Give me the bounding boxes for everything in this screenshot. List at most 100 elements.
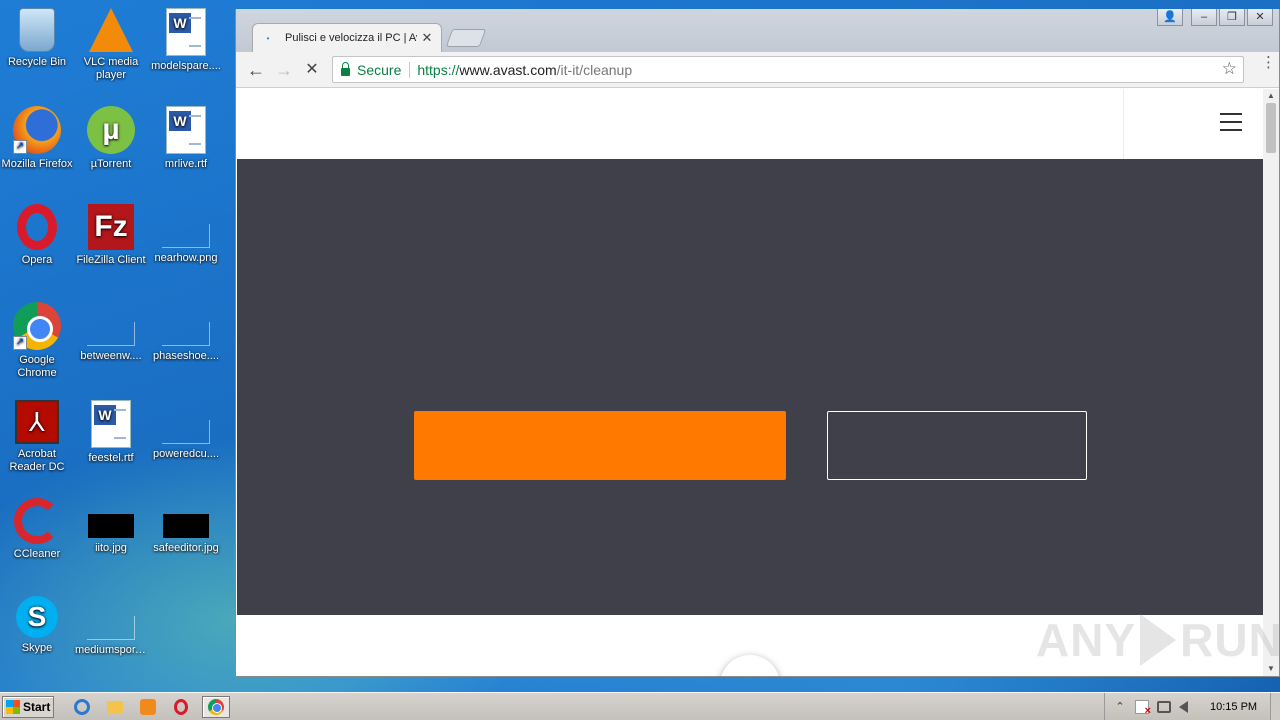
desktop-icon-acrobat[interactable]: ⅄ Acrobat Reader DC bbox=[0, 400, 74, 474]
forward-button[interactable]: → bbox=[272, 58, 296, 82]
secure-label[interactable]: Secure bbox=[357, 61, 411, 78]
system-tray: ⌃ 10:15 PM bbox=[1104, 693, 1280, 720]
skype-icon: S bbox=[16, 596, 58, 638]
desktop-icon-phaseshoe[interactable]: phaseshoe.... bbox=[149, 302, 223, 363]
restore-button[interactable]: ❐ bbox=[1219, 9, 1245, 26]
taskbar: Start ⌃ 10:15 PM bbox=[0, 692, 1280, 720]
desktop-icon-betweenw[interactable]: betweenw.... bbox=[74, 302, 148, 363]
volume-icon[interactable] bbox=[1179, 700, 1188, 713]
desktop-icon-label: Recycle Bin bbox=[7, 56, 67, 68]
desktop-icon-label: Skype bbox=[21, 642, 53, 654]
tab-close-button[interactable]: ✕ bbox=[421, 30, 433, 46]
desktop-icon-poweredcu[interactable]: poweredcu.... bbox=[149, 400, 223, 461]
vlc-icon bbox=[89, 8, 133, 52]
word-document-icon: W bbox=[166, 106, 206, 154]
action-center-flag-icon[interactable] bbox=[1135, 699, 1151, 717]
scroll-up-arrow-icon[interactable]: ▲ bbox=[1263, 89, 1279, 103]
desktop-icon-label: nearhow.png bbox=[154, 252, 218, 264]
taskbar-media-player-button[interactable] bbox=[136, 696, 160, 718]
start-button[interactable]: Start bbox=[2, 695, 54, 718]
word-document-icon: W bbox=[166, 8, 206, 56]
desktop-icon-ccleaner[interactable]: CCleaner bbox=[0, 498, 74, 561]
stop-loading-button[interactable]: ✕ bbox=[300, 58, 324, 82]
acrobat-icon: ⅄ bbox=[15, 400, 59, 444]
chevron-down-icon bbox=[740, 672, 760, 676]
desktop-icon-feestel[interactable]: W feestel.rtf bbox=[74, 400, 148, 465]
desktop-icon-label: Mozilla Firefox bbox=[1, 158, 73, 170]
filezilla-icon: Fz bbox=[88, 204, 134, 250]
desktop-icon-mrlive[interactable]: W mrlive.rtf bbox=[149, 106, 223, 171]
desktop-icon-mediumspor[interactable]: mediumspor.... bbox=[74, 596, 148, 657]
shortcut-arrow-icon: ↗ bbox=[13, 336, 27, 350]
desktop-icon-skype[interactable]: S Skype bbox=[0, 596, 74, 655]
windows-logo-icon bbox=[6, 699, 20, 714]
close-window-button[interactable]: ✕ bbox=[1247, 9, 1273, 26]
firefox-icon: ↗ bbox=[13, 106, 61, 154]
hamburger-menu-icon[interactable] bbox=[1220, 113, 1242, 131]
loading-spinner-icon: • bbox=[266, 33, 270, 43]
scroll-down-button[interactable] bbox=[720, 655, 780, 676]
scrollbar-thumb[interactable] bbox=[1266, 103, 1276, 153]
media-player-icon bbox=[140, 698, 156, 715]
ccleaner-icon bbox=[14, 498, 60, 544]
desktop-icon-label: Opera bbox=[21, 254, 53, 266]
play-triangle-icon bbox=[1140, 614, 1177, 666]
tray-expand-icon[interactable]: ⌃ bbox=[1113, 700, 1127, 714]
header-divider bbox=[1123, 89, 1124, 159]
desktop-icon-opera[interactable]: Opera bbox=[0, 204, 74, 267]
desktop-icon-vlc[interactable]: VLC media player bbox=[74, 8, 148, 82]
browser-menu-button[interactable]: ⋮ bbox=[1261, 55, 1276, 70]
back-button[interactable]: ← bbox=[244, 58, 268, 82]
shortcut-arrow-icon: ↗ bbox=[13, 140, 27, 154]
watermark-left-text: ANY bbox=[1036, 614, 1137, 666]
desktop-icon-safeeditor[interactable]: safeeditor.jpg bbox=[149, 498, 223, 555]
network-icon[interactable] bbox=[1157, 700, 1171, 713]
desktop-icon-nearhow[interactable]: nearhow.png bbox=[149, 204, 223, 265]
desktop-icon-recycle-bin[interactable]: Recycle Bin bbox=[0, 8, 74, 69]
desktop-icon-firefox[interactable]: ↗ Mozilla Firefox bbox=[0, 106, 74, 171]
watermark-right-text: RUN bbox=[1180, 614, 1280, 666]
desktop-icon-label: iito.jpg bbox=[95, 542, 127, 554]
chrome-icon bbox=[208, 698, 224, 715]
site-header bbox=[237, 89, 1264, 159]
utorrent-icon: µ bbox=[87, 106, 135, 154]
desktop-icon-chrome[interactable]: ↗ Google Chrome bbox=[0, 302, 74, 380]
desktop-icon-label: Google Chrome bbox=[17, 354, 57, 379]
page-scrollbar[interactable]: ▲ ▼ bbox=[1263, 89, 1279, 676]
file-icon bbox=[162, 420, 210, 444]
quick-launch bbox=[70, 695, 230, 718]
bookmark-star-icon[interactable]: ☆ bbox=[1222, 59, 1237, 79]
desktop-icon-label: feestel.rtf bbox=[88, 452, 134, 464]
desktop-icon-label: modelspare.... bbox=[151, 60, 221, 72]
new-tab-button[interactable] bbox=[445, 29, 487, 47]
file-icon bbox=[87, 616, 135, 640]
anyrun-watermark: ANY RUN bbox=[1036, 612, 1280, 668]
word-document-icon: W bbox=[91, 400, 131, 448]
image-file-icon bbox=[162, 224, 210, 248]
tab-avast-cleanup[interactable]: • Pulisci e velocizza il PC | Avast ✕ bbox=[252, 23, 442, 52]
desktop-icon-label: CCleaner bbox=[13, 548, 61, 560]
taskbar-ie-button[interactable] bbox=[70, 696, 94, 718]
profile-button[interactable]: 👤 bbox=[1157, 9, 1183, 26]
desktop-icon-label: poweredcu.... bbox=[152, 448, 220, 460]
desktop-icon-iito[interactable]: iito.jpg bbox=[74, 498, 148, 555]
desktop-icon-filezilla[interactable]: Fz FileZilla Client bbox=[74, 204, 148, 267]
desktop-icon-modelspare[interactable]: W modelspare.... bbox=[149, 8, 223, 73]
desktop-icon-label: VLC media player bbox=[83, 56, 139, 81]
address-bar[interactable]: Secure https://www.avast.com/it-it/clean… bbox=[332, 56, 1244, 83]
desktop-icon-utorrent[interactable]: µ µTorrent bbox=[74, 106, 148, 171]
desktop-icon-label: phaseshoe.... bbox=[152, 350, 220, 362]
primary-download-button[interactable] bbox=[414, 411, 786, 480]
desktop-icon-label: safeeditor.jpg bbox=[153, 542, 219, 554]
browser-toolbar: ← → ✕ Secure https://www.avast.com/it-it… bbox=[236, 52, 1279, 88]
opera-icon bbox=[174, 698, 188, 715]
taskbar-chrome-button[interactable] bbox=[202, 695, 230, 718]
taskbar-opera-button[interactable] bbox=[169, 696, 193, 718]
url-scheme: https:// bbox=[417, 61, 460, 78]
taskbar-clock[interactable]: 10:15 PM bbox=[1210, 701, 1257, 713]
secondary-action-button[interactable] bbox=[827, 411, 1087, 480]
minimize-button[interactable]: – bbox=[1191, 9, 1217, 26]
image-file-icon bbox=[163, 514, 209, 538]
taskbar-explorer-button[interactable] bbox=[103, 696, 127, 718]
show-desktop-button[interactable] bbox=[1270, 693, 1280, 720]
